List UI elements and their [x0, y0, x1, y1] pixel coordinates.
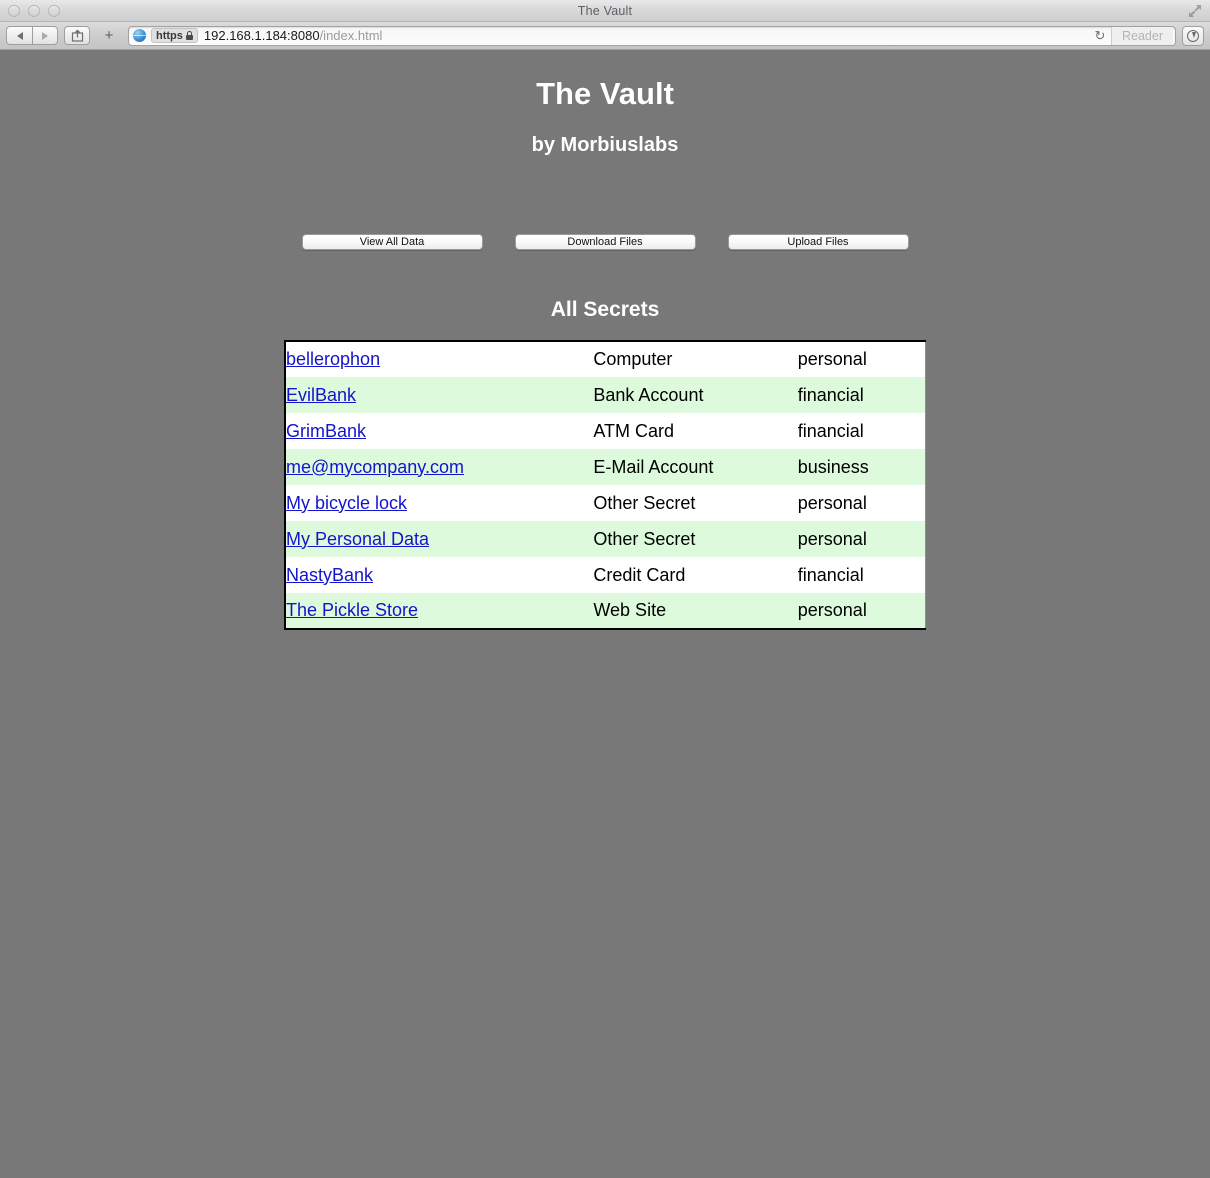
- secret-name-cell: bellerophon: [285, 341, 593, 377]
- secret-type-cell: Credit Card: [593, 564, 686, 585]
- forward-button[interactable]: [32, 26, 58, 45]
- upload-files-button[interactable]: Upload Files: [727, 234, 909, 250]
- window-titlebar: The Vault: [0, 0, 1210, 22]
- forward-arrow-icon: [42, 31, 48, 40]
- table-row: bellerophon Computer personal: [285, 341, 926, 377]
- secret-name-cell: My bicycle lock: [285, 485, 593, 521]
- fullscreen-arrows-icon[interactable]: [1187, 3, 1203, 19]
- secret-type-cell: E-Mail Account: [593, 456, 714, 477]
- downloads-icon: [1187, 29, 1199, 42]
- secrets-table-body: bellerophon Computer personal EvilBank Bank …: [285, 341, 926, 629]
- downloads-button[interactable]: [1182, 25, 1204, 46]
- secret-type-cell: Bank Account: [593, 384, 704, 405]
- secret-category-cell: personal: [797, 492, 867, 513]
- secret-name-cell: EvilBank: [285, 377, 593, 413]
- zoom-window-button[interactable]: [48, 5, 60, 17]
- secret-name-cell: My Personal Data: [285, 521, 593, 557]
- reader-button[interactable]: Reader: [1111, 26, 1173, 45]
- table-row: me@mycompany.com E-Mail Account business: [285, 449, 926, 485]
- share-button[interactable]: [64, 26, 90, 45]
- secret-type-cell: Other Secret: [593, 528, 696, 549]
- download-files-button[interactable]: Download Files: [514, 234, 696, 250]
- minimize-window-button[interactable]: [28, 5, 40, 17]
- url-path: /index.html: [319, 28, 383, 43]
- secret-category-cell: financial: [797, 420, 864, 441]
- secret-link[interactable]: NastyBank: [286, 565, 373, 585]
- secret-name-cell: me@mycompany.com: [285, 449, 593, 485]
- secrets-table-wrapper: bellerophon Computer personal EvilBank Bank …: [284, 340, 926, 630]
- secret-type-cell: Computer: [593, 349, 673, 369]
- secret-name-cell: GrimBank: [285, 413, 593, 449]
- reload-icon[interactable]: ↻: [1089, 27, 1111, 45]
- table-row: The Pickle Store Web Site personal: [285, 593, 926, 629]
- table-row: NastyBank Credit Card financial: [285, 557, 926, 593]
- secret-type-cell: Web Site: [593, 600, 667, 620]
- table-row: EvilBank Bank Account financial: [285, 377, 926, 413]
- address-bar[interactable]: https 192.168.1.184:8080 /index.html ↻ R…: [128, 25, 1176, 46]
- page-subtitle: by Morbiuslabs: [531, 134, 679, 156]
- traffic-light-buttons[interactable]: [8, 0, 60, 22]
- secrets-table: bellerophon Computer personal EvilBank Bank …: [284, 340, 926, 630]
- secret-link[interactable]: The Pickle Store: [286, 600, 418, 620]
- navigation-buttons: [6, 26, 58, 45]
- section-title: All Secrets: [550, 298, 660, 321]
- table-row: GrimBank ATM Card financial: [285, 413, 926, 449]
- secret-category-cell: personal: [797, 528, 867, 549]
- new-tab-button[interactable]: +: [96, 26, 122, 45]
- close-window-button[interactable]: [8, 5, 20, 17]
- table-row: My bicycle lock Other Secret personal: [285, 485, 926, 521]
- secret-category-cell: business: [797, 456, 869, 477]
- secret-link[interactable]: My bicycle lock: [286, 493, 407, 513]
- secret-name-cell: The Pickle Store: [285, 593, 593, 629]
- page-content: The Vault by Morbiuslabs View All Data D…: [0, 50, 1210, 1178]
- back-button[interactable]: [6, 26, 32, 45]
- secret-name-cell: NastyBank: [285, 557, 593, 593]
- url-host: 192.168.1.184:8080: [203, 28, 320, 43]
- secret-type-cell: ATM Card: [593, 420, 675, 441]
- secret-category-cell: personal: [797, 349, 867, 369]
- security-badge: https: [151, 28, 198, 43]
- secret-link[interactable]: bellerophon: [286, 349, 380, 369]
- secret-link[interactable]: GrimBank: [286, 421, 366, 441]
- secret-category-cell: financial: [797, 384, 864, 405]
- action-button-row: View All Data Download Files Upload File…: [0, 234, 1210, 250]
- window-title: The Vault: [577, 3, 633, 18]
- secret-link[interactable]: me@mycompany.com: [286, 457, 464, 477]
- page-title: The Vault: [536, 76, 674, 111]
- table-row: My Personal Data Other Secret personal: [285, 521, 926, 557]
- secret-link[interactable]: EvilBank: [286, 385, 356, 405]
- view-all-data-button[interactable]: View All Data: [301, 234, 483, 250]
- secret-category-cell: financial: [797, 564, 864, 585]
- secret-link[interactable]: My Personal Data: [286, 529, 429, 549]
- secret-category-cell: personal: [797, 600, 867, 620]
- back-arrow-icon: [16, 31, 23, 40]
- lock-icon: [185, 31, 193, 40]
- secret-type-cell: Other Secret: [593, 492, 696, 513]
- browser-window: The Vault + https 192.168.1.184:8080 /in…: [0, 0, 1210, 1178]
- browser-toolbar: + https 192.168.1.184:8080 /index.html ↻…: [0, 22, 1210, 50]
- share-icon: [71, 29, 83, 42]
- globe-icon: [133, 29, 146, 42]
- https-label: https: [156, 29, 183, 42]
